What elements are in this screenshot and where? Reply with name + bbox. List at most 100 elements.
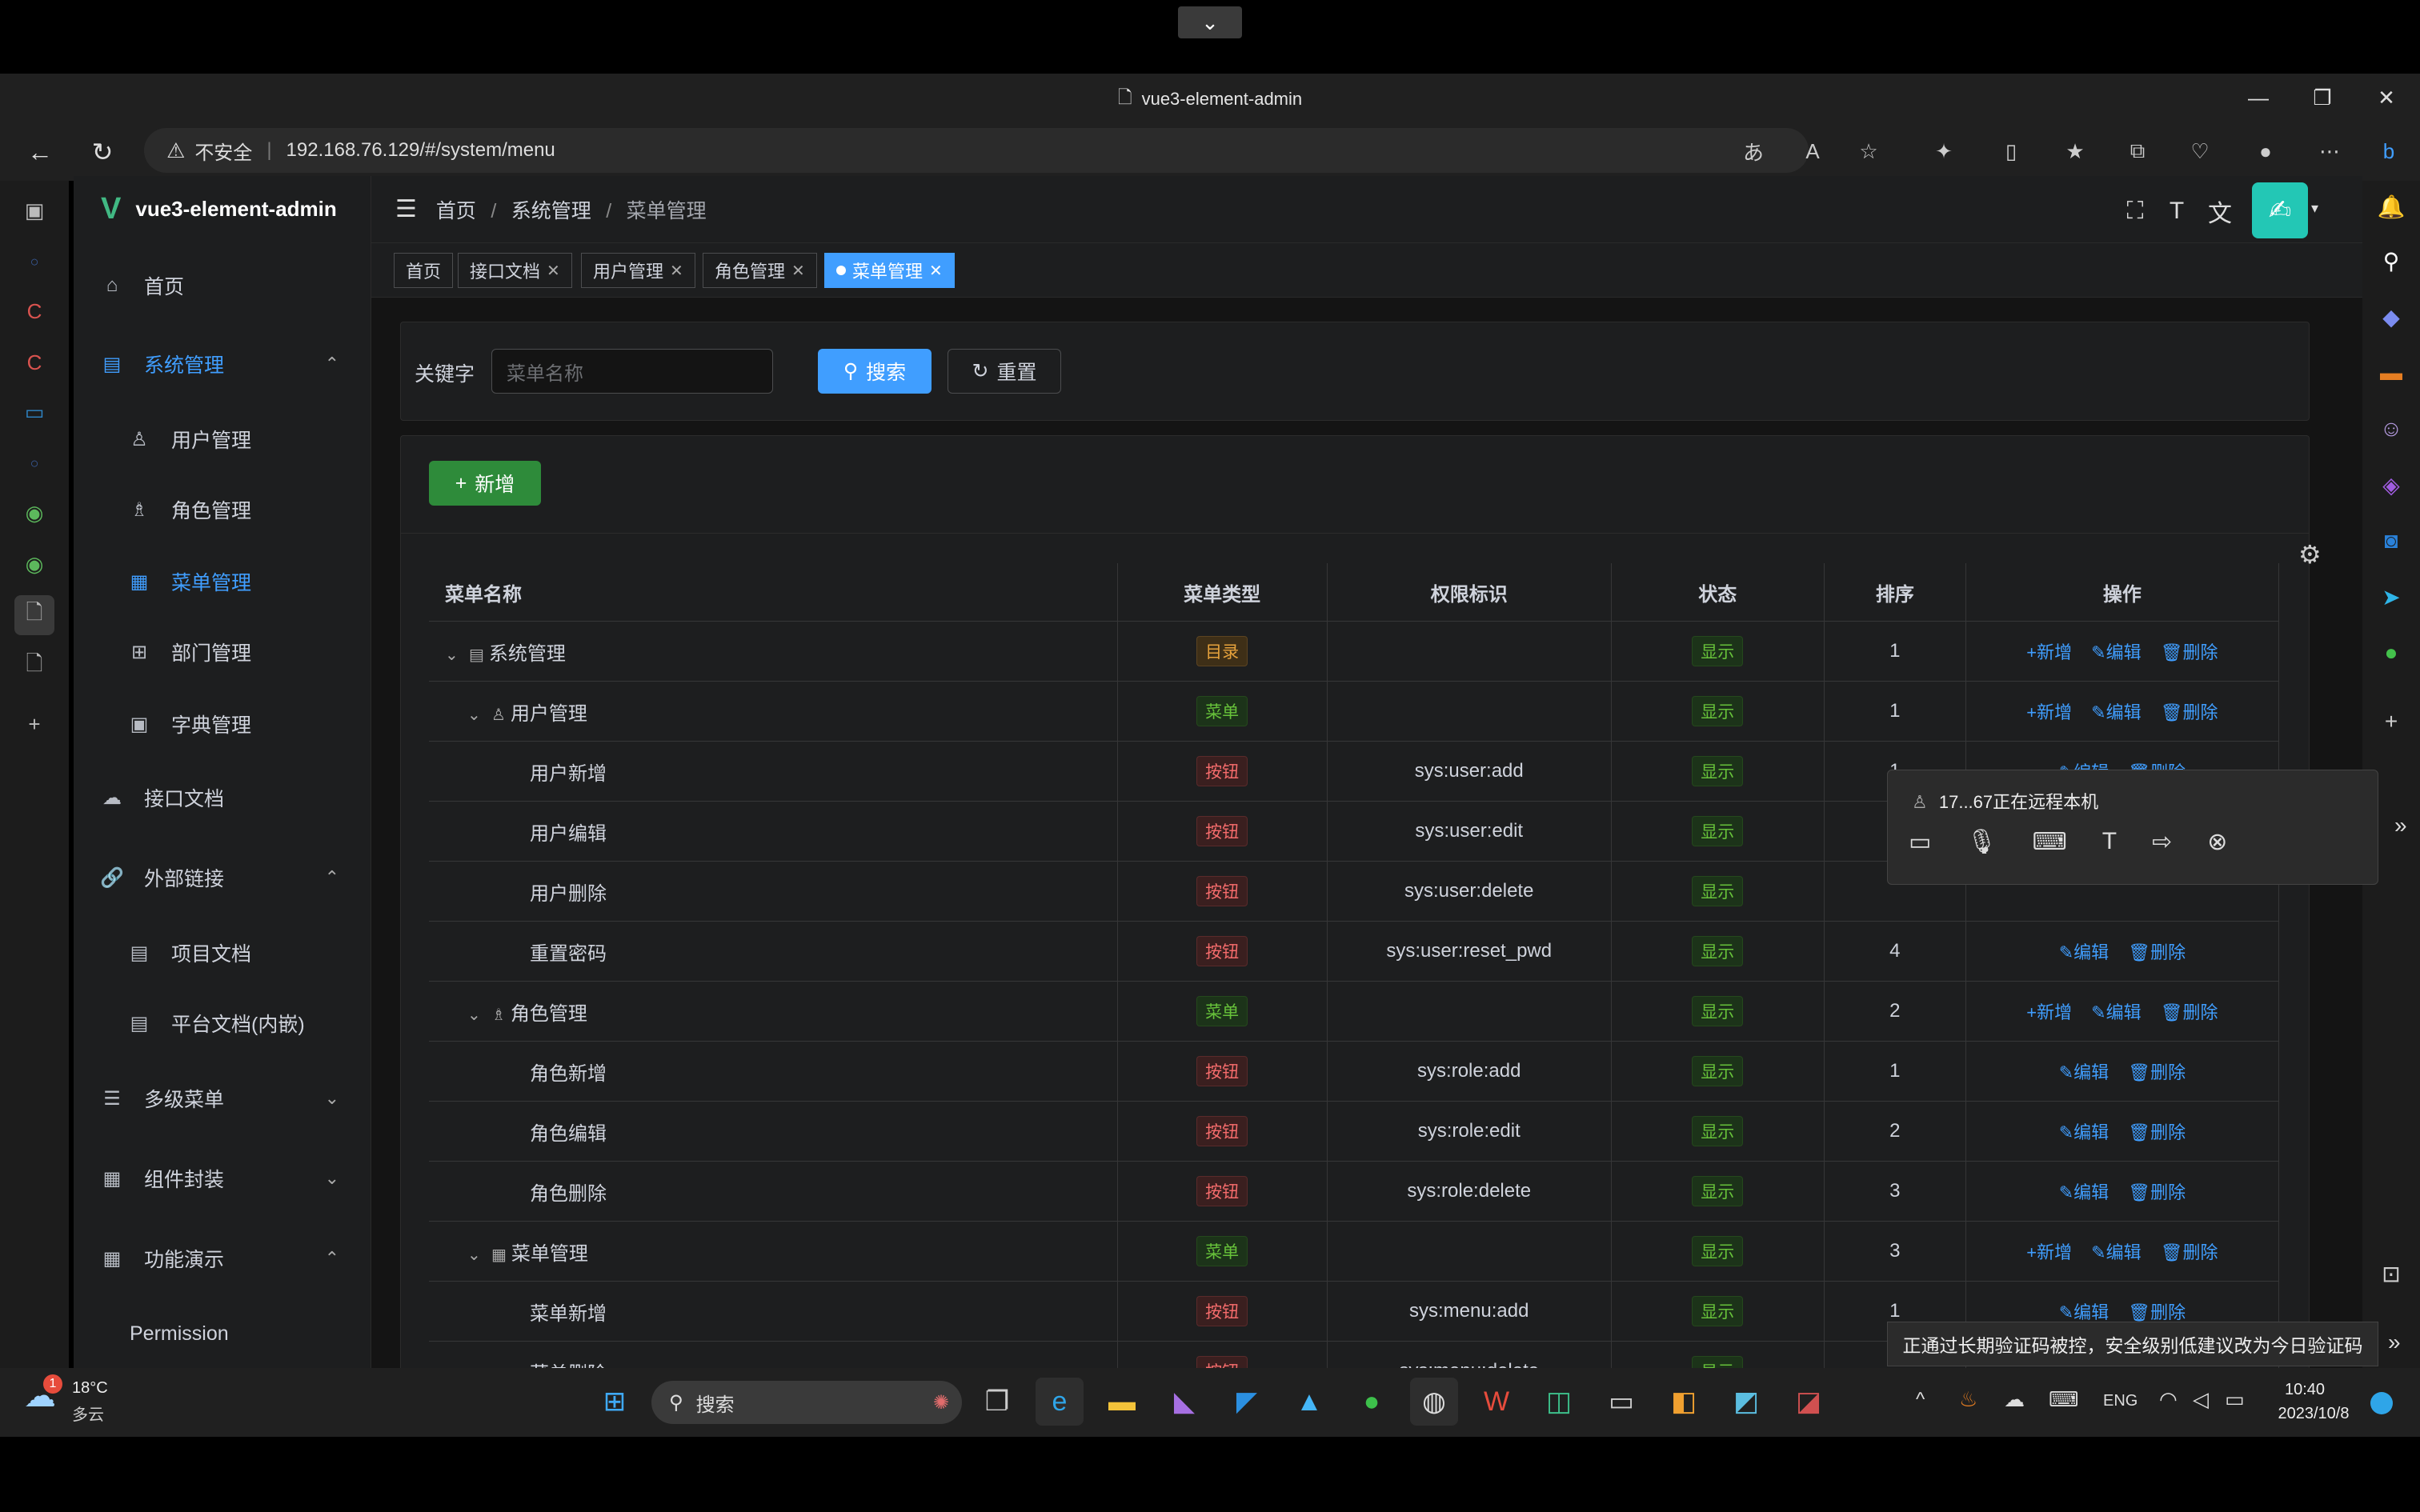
people-icon[interactable]: ☺ — [2370, 408, 2412, 450]
restore-icon[interactable]: ❐ — [2290, 74, 2354, 122]
tab-green1-icon[interactable]: ◉ — [14, 493, 54, 533]
disconnect-icon[interactable]: ⊗ — [2207, 828, 2227, 856]
wechat-icon[interactable]: ● — [1348, 1378, 1396, 1426]
row-edit-link[interactable]: ✎编辑 — [2059, 942, 2109, 962]
tag-api-doc[interactable]: 接口文档 ✕ — [458, 253, 572, 288]
avatar[interactable]: ✍ — [2252, 182, 2308, 238]
tag-role[interactable]: 角色管理 ✕ — [703, 253, 817, 288]
close-window-icon[interactable]: ✕ — [2354, 74, 2418, 122]
row-edit-link[interactable]: ✎编辑 — [2059, 1182, 2109, 1202]
sidebar-item-multilevel[interactable]: ☰ 多级菜单 ⌄ — [74, 1062, 371, 1134]
new-tab-icon[interactable]: + — [14, 704, 54, 744]
sidebar-item-platform-doc[interactable]: ▤ 平台文档(内嵌) — [74, 987, 371, 1059]
chevron-down-icon[interactable]: ⌄ — [1178, 6, 1242, 38]
edge-icon[interactable]: e — [1036, 1378, 1084, 1426]
tab-page-icon[interactable]: 🗋 — [14, 646, 54, 686]
read-aloud-icon[interactable]: A — [1793, 131, 1833, 171]
keyboard-tray-icon[interactable]: ⌨ — [2049, 1387, 2079, 1412]
sidebar-item-permission[interactable]: Permission — [74, 1298, 371, 1370]
tab-actions-icon[interactable]: ▣ — [14, 190, 54, 230]
tab-green2-icon[interactable]: ◉ — [14, 544, 54, 584]
tag-home[interactable]: 首页 — [394, 253, 454, 288]
row-delete-link[interactable]: 🗑删除 — [2128, 1122, 2186, 1142]
sidebar-item-home[interactable]: ⌂ 首页 — [74, 250, 371, 322]
more-icon[interactable]: ⋯ — [2310, 131, 2350, 171]
extensions-icon[interactable]: ✦ — [1924, 131, 1964, 171]
expand-notification-icon[interactable]: » — [2388, 1330, 2401, 1355]
row-edit-link[interactable]: ✎编辑 — [2091, 1002, 2141, 1022]
row-add-link[interactable]: +新增 — [2026, 642, 2072, 662]
security-notification[interactable]: 正通过长期验证码被控，安全级别低建议改为今日验证码 — [1887, 1322, 2378, 1366]
row-edit-link[interactable]: ✎编辑 — [2091, 1242, 2141, 1262]
sidebar-item-dept[interactable]: ⊞ 部门管理 — [74, 616, 371, 688]
hamburger-icon[interactable]: ☰ — [395, 195, 417, 223]
battery-icon[interactable]: ▭ — [2225, 1387, 2245, 1412]
clock-time[interactable]: 10:40 — [2273, 1381, 2337, 1399]
back-icon[interactable]: ← — [18, 130, 62, 174]
clock-date[interactable]: 2023/10/8 — [2270, 1405, 2358, 1423]
sidebar-item-api[interactable]: ☁ 接口文档 — [74, 762, 371, 834]
tab-c1-icon[interactable]: C — [14, 291, 54, 331]
remote-app-icon[interactable]: ◍ — [1410, 1378, 1458, 1426]
profile-icon[interactable]: ● — [2246, 131, 2286, 171]
row-add-link[interactable]: +新增 — [2026, 702, 2072, 722]
expand-arrow-icon[interactable]: ⌄ — [467, 1245, 491, 1265]
address-bar[interactable]: ⚠ 不安全 | 192.168.76.129/#/system/menu — [144, 128, 1809, 173]
refresh-icon[interactable]: ↻ — [80, 130, 125, 174]
font-size-icon[interactable]: T — [2161, 195, 2193, 227]
row-delete-link[interactable]: 🗑删除 — [2128, 1302, 2186, 1322]
add-button[interactable]: + 新增 — [429, 461, 541, 506]
chat-icon[interactable]: ▭ — [1909, 828, 1931, 856]
tab-calendar-icon[interactable]: ▭ — [14, 392, 54, 432]
visual-studio-icon[interactable]: ◣ — [1160, 1378, 1208, 1426]
row-delete-link[interactable]: 🗑删除 — [2161, 642, 2218, 662]
fullscreen-icon[interactable]: ⛶ — [2119, 195, 2151, 227]
row-delete-link[interactable]: 🗑删除 — [2161, 1002, 2218, 1022]
text-icon[interactable]: T — [2102, 828, 2117, 856]
reset-button[interactable]: ↻ 重置 — [948, 349, 1061, 394]
row-edit-link[interactable]: ✎编辑 — [2059, 1122, 2109, 1142]
sidebar-item-user[interactable]: ♙ 用户管理 — [74, 403, 371, 475]
sidebar-item-components[interactable]: ▦ 组件封装 ⌄ — [74, 1142, 371, 1214]
terminal-icon[interactable]: ▭ — [1597, 1378, 1645, 1426]
language-icon[interactable]: 文 — [2204, 195, 2236, 227]
spotify-icon[interactable]: ● — [2370, 632, 2412, 674]
bell-icon[interactable]: 🔔 — [2370, 186, 2412, 227]
breadcrumb-system[interactable]: 系统管理 — [511, 200, 591, 222]
task-view-icon[interactable]: ❐ — [973, 1378, 1021, 1426]
app-red-icon[interactable]: ◪ — [1785, 1378, 1833, 1426]
row-add-link[interactable]: +新增 — [2026, 1242, 2072, 1262]
expand-remote-icon[interactable]: » — [2394, 813, 2407, 838]
wps-icon[interactable]: W — [1472, 1378, 1521, 1426]
sidebar-item-demo[interactable]: ▦ 功能演示 ⌃ — [74, 1222, 371, 1294]
row-delete-link[interactable]: 🗑删除 — [2161, 702, 2218, 722]
tag-icon[interactable]: ◆ — [2370, 296, 2412, 338]
close-icon[interactable]: ✕ — [547, 261, 560, 281]
collections-icon[interactable]: ⧉ — [2118, 131, 2158, 171]
wifi-icon[interactable]: ◠ — [2159, 1387, 2178, 1412]
row-delete-link[interactable]: 🗑删除 — [2128, 942, 2186, 962]
tab-active-page-icon[interactable]: 🗋 — [14, 595, 54, 635]
tab-c2-icon[interactable]: C — [14, 342, 54, 382]
breadcrumb-home[interactable]: 首页 — [436, 200, 476, 222]
copilot-icon[interactable]: b — [2369, 131, 2409, 171]
notification-center-icon[interactable] — [2370, 1392, 2393, 1414]
translate-icon[interactable]: あ — [1733, 131, 1773, 171]
file-transfer-icon[interactable]: ⇨ — [2152, 828, 2172, 856]
sidebar-item-external[interactable]: 🔗 外部链接 ⌃ — [74, 842, 371, 914]
tab-search-icon[interactable]: ○ — [14, 242, 54, 282]
search-input[interactable]: 菜单名称 — [491, 349, 773, 394]
outlook-icon[interactable]: ◙ — [2370, 520, 2412, 562]
favorite-star-icon[interactable]: ☆ — [1849, 131, 1889, 171]
app-green-icon[interactable]: ◫ — [1535, 1378, 1583, 1426]
split-screen-icon[interactable]: ▯ — [1991, 131, 2031, 171]
sidebar-item-project-doc[interactable]: ▤ 项目文档 — [74, 917, 371, 989]
app-orange-icon[interactable]: ◧ — [1660, 1378, 1708, 1426]
search-button[interactable]: ⚲ 搜索 — [818, 349, 932, 394]
expand-arrow-icon[interactable]: ⌄ — [467, 1005, 491, 1025]
row-add-link[interactable]: +新增 — [2026, 1002, 2072, 1022]
add-sidebar-icon[interactable]: + — [2370, 701, 2412, 742]
microphone-icon[interactable]: 🎙 — [1966, 828, 1997, 856]
browser-essentials-icon[interactable]: ♡ — [2180, 131, 2220, 171]
windows-start-icon[interactable]: ⊞ — [591, 1378, 639, 1426]
